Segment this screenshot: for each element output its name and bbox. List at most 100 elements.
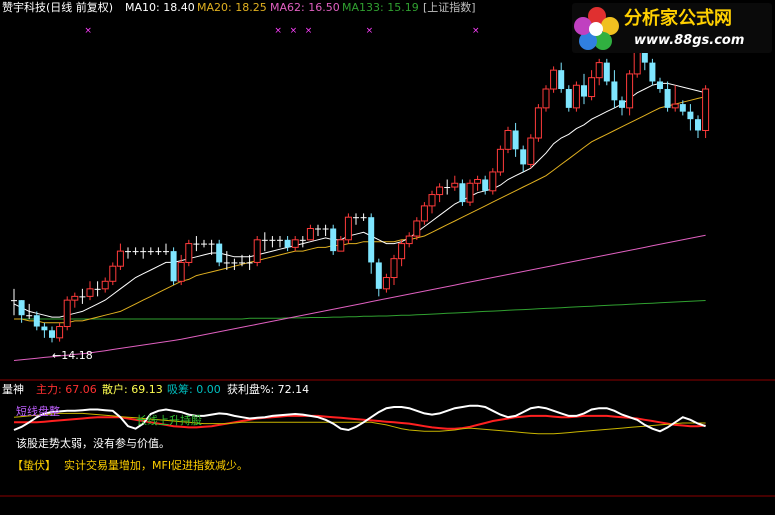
- signal-marker: ×: [290, 26, 298, 36]
- candle: [330, 224, 337, 255]
- candle-body: [550, 69, 558, 90]
- candle-body: [482, 179, 489, 191]
- candle-body: [132, 251, 139, 253]
- candle-body: [337, 239, 345, 252]
- candle-body: [671, 103, 679, 109]
- candle: [253, 236, 261, 267]
- candle-body: [277, 239, 283, 241]
- candle: [459, 179, 466, 206]
- candle-body: [116, 250, 124, 267]
- candle-body: [702, 88, 710, 131]
- candle-body: [11, 300, 17, 302]
- candle-body: [512, 130, 519, 150]
- candle-body: [63, 299, 71, 328]
- candle-body: [664, 89, 671, 108]
- candle: [170, 247, 177, 286]
- candle-body: [558, 70, 565, 90]
- candle-body: [368, 217, 375, 263]
- candle-body: [322, 228, 329, 230]
- signal-marker: ×: [84, 26, 92, 36]
- candle-body: [239, 262, 245, 264]
- candle-body: [33, 315, 40, 327]
- candle-body: [595, 62, 603, 79]
- candle-body: [641, 51, 648, 63]
- candle-body: [330, 228, 337, 252]
- candle-body: [405, 235, 413, 245]
- candle-body: [41, 326, 48, 331]
- candle: [534, 104, 542, 142]
- index-label[interactable]: [上证指数]: [423, 1, 476, 14]
- candle-body: [489, 171, 497, 192]
- candle-body: [679, 104, 686, 112]
- candle-body: [185, 243, 193, 263]
- advice-line-2: 实计交易量增加，MFI促进指数减少。: [64, 459, 249, 472]
- candle: [572, 81, 580, 112]
- candle-body: [504, 129, 512, 150]
- advice-line-1: 该股走势太弱，没有参与价值。: [16, 437, 170, 450]
- candle: [63, 296, 71, 331]
- candle-body: [71, 295, 79, 301]
- candle-body: [420, 205, 428, 222]
- signal-marker: ×: [366, 26, 374, 36]
- candle-body: [163, 251, 169, 253]
- candle: [185, 239, 193, 267]
- candle: [542, 85, 550, 112]
- sanhu-legend: 散户: 69.13: [102, 383, 163, 396]
- candle-body: [382, 277, 390, 290]
- ma133-legend: MA133: 15.19: [342, 1, 419, 14]
- xichou-legend: 吸筹: 0.00: [167, 383, 221, 396]
- candle: [504, 126, 512, 154]
- candle-body: [101, 280, 109, 290]
- candle-body: [246, 262, 253, 264]
- candle: [420, 202, 428, 225]
- candle-body: [527, 137, 535, 165]
- candle-body: [413, 220, 421, 237]
- candle-body: [125, 251, 131, 253]
- candle-body: [94, 288, 101, 290]
- candle-body: [572, 84, 580, 109]
- candle: [466, 179, 474, 206]
- ma10-legend: MA10: 18.40: [125, 1, 195, 14]
- candle: [702, 85, 710, 139]
- candle-body: [542, 88, 550, 109]
- candle-body: [269, 239, 276, 241]
- chart-stage: × × × × × × 赞宇科技(日线 前复权) MA10: 18.40 MA20: 18…: [0, 0, 775, 511]
- candle-body: [18, 300, 25, 316]
- signal-marker: ×: [305, 26, 313, 36]
- candle-body: [284, 239, 291, 248]
- candle-body: [474, 178, 482, 184]
- candle-body: [344, 216, 352, 241]
- candle-body: [695, 119, 701, 131]
- candle-body: [353, 217, 359, 219]
- short-trend-label: 短线盘整: [16, 405, 60, 418]
- candle: [649, 58, 656, 86]
- candle: [489, 168, 497, 195]
- candle-body: [360, 217, 367, 219]
- candle-body: [253, 239, 261, 263]
- candle: [565, 85, 572, 112]
- candle-body: [155, 251, 162, 253]
- candle-body: [611, 81, 618, 101]
- candle-body: [619, 100, 625, 108]
- candle-body: [375, 262, 382, 289]
- candle-body: [86, 288, 94, 297]
- candle: [527, 134, 535, 169]
- advice-tag: 【蛰伏】: [12, 459, 56, 472]
- candle-body: [170, 251, 177, 282]
- candle-body: [390, 258, 398, 279]
- site-logo[interactable]: 分析家公式网 www.88gs.com: [572, 3, 772, 53]
- candle-body: [581, 85, 587, 97]
- candle-body: [299, 239, 306, 241]
- chart-background: [0, 0, 775, 511]
- candle-body: [315, 228, 321, 230]
- low-price-label: ←14.18: [52, 349, 93, 362]
- candle-body: [466, 182, 474, 203]
- candle: [603, 58, 610, 86]
- candle-body: [193, 243, 200, 245]
- signal-marker: ×: [472, 26, 480, 36]
- logo-title: 分析家公式网: [624, 8, 732, 29]
- candle-body: [496, 148, 504, 173]
- candle: [496, 145, 504, 176]
- candle-body: [603, 62, 610, 82]
- candle-body: [231, 262, 238, 264]
